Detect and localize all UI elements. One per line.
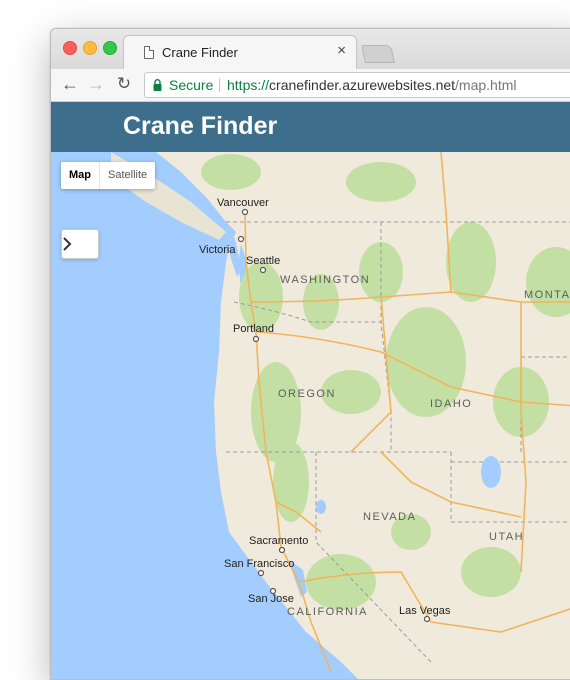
city-san-francisco: San Francisco (224, 558, 294, 570)
tab-title: Crane Finder (162, 45, 238, 60)
url-text: https://cranefinder.azurewebsites.net/ma… (227, 73, 517, 97)
app-header: Crane Finder (51, 102, 570, 152)
map-canvas[interactable]: Vancouver Victoria Seattle Portland Sacr… (51, 152, 570, 679)
chevron-right-icon (63, 237, 72, 251)
region-idaho: IDAHO (430, 398, 472, 410)
map-graphic: Vancouver Victoria Seattle Portland Sacr… (51, 152, 570, 679)
tab-crane-finder[interactable]: Crane Finder × (123, 35, 357, 70)
address-bar[interactable]: Secure https://cranefinder.azurewebsites… (144, 72, 570, 98)
url-scheme: https:// (227, 77, 270, 93)
region-utah: UTAH (489, 531, 524, 543)
great-salt-lake (481, 456, 501, 488)
browser-window: Crane Finder × ← → ↻ Secure https://cran… (50, 28, 570, 680)
back-arrow-icon[interactable]: ← (59, 73, 81, 95)
maximize-window-button[interactable] (103, 41, 117, 55)
region-washington: WASHINGTON (280, 274, 370, 286)
browser-toolbar: ← → ↻ Secure https://cranefinder.azurewe… (51, 69, 570, 102)
tab-strip: Crane Finder × (51, 29, 570, 70)
city-victoria: Victoria (199, 244, 236, 256)
forward-arrow-icon[interactable]: → (85, 73, 107, 95)
reload-icon[interactable]: ↻ (113, 73, 135, 95)
city-sacramento: Sacramento (249, 535, 308, 547)
map-type-map-button[interactable]: Map (61, 162, 99, 189)
close-window-button[interactable] (63, 41, 77, 55)
city-las-vegas: Las Vegas (399, 605, 451, 617)
map-type-control: Map Satellite (61, 162, 156, 189)
city-san-jose: San Jose (248, 593, 294, 605)
expand-panel-button[interactable] (61, 229, 99, 259)
region-nevada: NEVADA (363, 511, 416, 523)
city-portland: Portland (233, 323, 274, 335)
map-type-satellite-button[interactable]: Satellite (99, 162, 155, 189)
region-montana: MONTA (524, 289, 570, 301)
secure-label: Secure (169, 77, 214, 93)
new-tab-button[interactable] (361, 45, 395, 63)
page-title: Crane Finder (123, 112, 278, 140)
lake-tahoe (316, 500, 326, 514)
close-tab-icon[interactable]: × (337, 42, 346, 59)
url-path: /map.html (455, 77, 517, 93)
minimize-window-button[interactable] (83, 41, 97, 55)
page-icon (144, 46, 154, 59)
region-california: CALIFORNIA (287, 606, 368, 618)
region-oregon: OREGON (278, 388, 336, 400)
city-seattle: Seattle (246, 255, 280, 267)
lock-icon (153, 79, 162, 91)
omnibox-divider (219, 78, 220, 92)
city-vancouver: Vancouver (217, 197, 269, 209)
url-host: cranefinder.azurewebsites.net (269, 77, 456, 93)
